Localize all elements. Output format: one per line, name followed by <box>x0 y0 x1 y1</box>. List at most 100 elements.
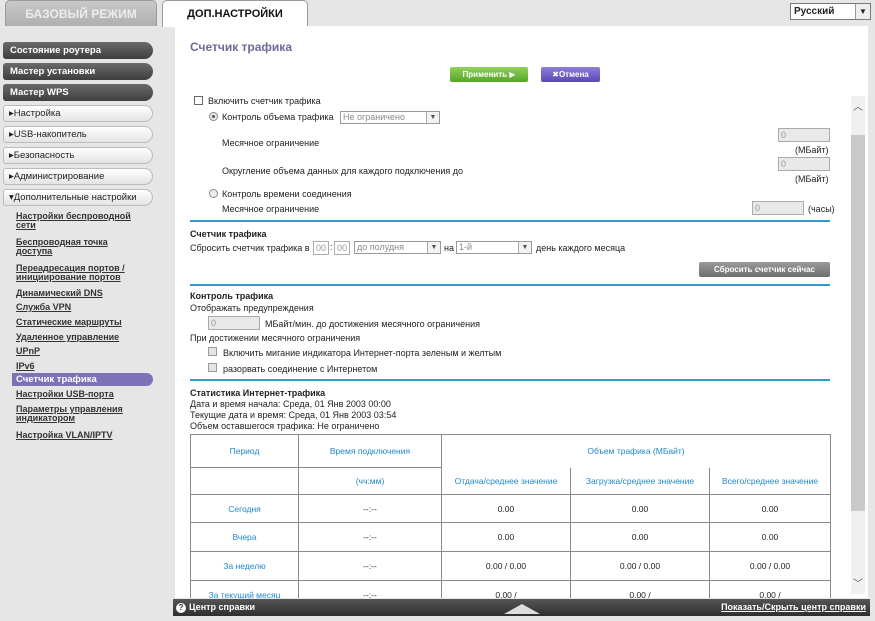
sidebar-link-led-control[interactable]: Параметры управления индикатором <box>16 405 146 423</box>
scroll-down-icon[interactable]: ﹀ <box>851 575 865 590</box>
row-time: --:-- <box>298 551 442 581</box>
cancel-button[interactable]: ✖Отмена <box>541 67 600 82</box>
monthly-time-input[interactable]: 0 <box>752 201 804 215</box>
header-upload: Отдача/среднее значение <box>441 467 571 495</box>
sidebar-link-usb-port[interactable]: Настройки USB-порта <box>16 390 146 399</box>
row-total: 0.00 <box>708 522 832 552</box>
reset-day-select[interactable]: 1-й ▼ <box>456 241 532 254</box>
volume-control-label: Контроль объема трафика <box>222 112 334 122</box>
disconnect-checkbox[interactable] <box>208 363 217 372</box>
help-icon[interactable]: ? <box>176 603 186 613</box>
volume-limit-value: Не ограничено <box>343 112 405 122</box>
chevron-down-icon: ▼ <box>518 242 531 253</box>
table-row: За неделю --:-- 0.00 / 0.00 0.00 / 0.00 … <box>190 551 832 581</box>
ampm-value: до полудня <box>357 242 404 252</box>
reset-day-value: 1-й <box>459 242 473 252</box>
header-connection-time: Время подключения <box>298 434 442 468</box>
header-download: Загрузка/среднее значение <box>570 467 710 495</box>
row-period: Сегодня <box>190 494 299 523</box>
header-period: Период <box>190 434 299 468</box>
sidebar-link-ipv6[interactable]: IPv6 <box>16 362 146 371</box>
sidebar-link-vlan-iptv[interactable]: Настройка VLAN/IPTV <box>16 431 146 440</box>
row-time: --:-- <box>298 580 442 598</box>
reset-now-button[interactable]: Сбросить счетчик сейчас <box>699 262 830 277</box>
sidebar-link-vpn[interactable]: Служба VPN <box>16 303 146 312</box>
tab-basic-mode[interactable]: БАЗОВЫЙ РЕЖИМ <box>5 0 157 26</box>
row-total: 0.00 / 0.00 <box>708 551 832 581</box>
tab-advanced-settings[interactable]: ДОП.НАСТРОЙКИ <box>162 0 308 27</box>
help-center-label[interactable]: Центр справки <box>189 602 255 612</box>
day-of-month-label: день каждого месяца <box>536 243 626 253</box>
control-section-title: Контроль трафика <box>190 291 274 301</box>
sidebar-link-wireless-settings[interactable]: Настройки беспроводной сети <box>16 212 146 230</box>
monthly-time-limit-label: Месячное ограничение <box>222 204 320 214</box>
time-control-label: Контроль времени соединения <box>222 189 352 199</box>
reset-hour-input[interactable]: 00 <box>313 241 329 255</box>
sidebar-item-security[interactable]: ▸Безопасность <box>3 147 153 164</box>
row-time: --:-- <box>298 494 442 523</box>
show-warning-label: Отображать предупреждения <box>190 303 314 313</box>
row-download: 0.00 / <box>570 580 710 598</box>
stats-section-title: Статистика Интернет-трафика <box>190 388 326 398</box>
traffic-stats-table: Период Время подключения Объем трафика (… <box>190 434 832 598</box>
row-time: --:-- <box>298 522 442 552</box>
sidebar-item-administration[interactable]: ▸Администрирование <box>3 168 153 185</box>
time-separator: : <box>330 242 333 252</box>
page-title: Счетчик трафика <box>190 40 292 54</box>
monthly-limit-unit: (МБайт) <box>795 145 829 155</box>
language-select[interactable]: Русский ▼ <box>790 3 871 20</box>
apply-button[interactable]: Применить ▶ <box>450 67 528 82</box>
ampm-select[interactable]: до полудня ▼ <box>354 241 441 254</box>
volume-control-radio[interactable] <box>209 112 218 121</box>
start-date-text: Дата и время начала: Среда, 01 Янв 2003 … <box>190 399 391 409</box>
sidebar-item-advanced-settings[interactable]: ▾Дополнительные настройки <box>3 189 153 206</box>
table-row: Вчера --:-- 0.00 0.00 0.00 <box>190 522 832 552</box>
enable-traffic-meter-checkbox[interactable] <box>194 96 203 105</box>
sidebar-link-upnp[interactable]: UPnP <box>16 347 146 356</box>
row-total: 0.00 / <box>708 580 832 598</box>
rounding-input[interactable]: 0 <box>778 157 830 171</box>
hours-unit: (часы) <box>808 204 835 214</box>
sidebar-link-traffic-meter[interactable]: Счетчик трафика <box>12 373 153 386</box>
sidebar-link-port-forwarding[interactable]: Переадресация портов / инициирование пор… <box>16 264 146 282</box>
sidebar-link-dynamic-dns[interactable]: Динамический DNS <box>16 289 146 298</box>
sidebar-link-wireless-ap[interactable]: Беспроводная точка доступа <box>16 238 146 256</box>
row-upload: 0.00 <box>441 522 571 552</box>
toggle-help-link[interactable]: Показать/Скрыть центр справки <box>721 599 866 616</box>
scroll-up-icon[interactable]: ︿ <box>851 98 865 113</box>
sidebar-link-remote-management[interactable]: Удаленное управление <box>16 333 146 342</box>
blink-led-checkbox[interactable] <box>208 347 217 356</box>
row-total: 0.00 <box>708 494 832 523</box>
time-control-radio[interactable] <box>209 189 218 198</box>
when-reached-label: При достижении месячного ограничения <box>190 333 361 343</box>
row-download: 0.00 <box>570 522 710 552</box>
table-row: За текущий месяц --:-- 0.00 / 0.00 / 0.0… <box>190 580 832 598</box>
enable-traffic-meter-label: Включить счетчик трафика <box>208 96 321 106</box>
sidebar-item-usb-storage[interactable]: ▸USB-накопитель <box>3 126 153 143</box>
chevron-down-icon: ▼ <box>855 4 870 19</box>
reset-at-label: Сбросить счетчик трафика в <box>190 243 310 253</box>
reset-minute-input[interactable]: 00 <box>334 241 350 255</box>
header-volume: Объем трафика (МБайт) <box>440 434 832 468</box>
chevron-down-icon: ▼ <box>427 242 440 253</box>
sidebar-item-wps-wizard[interactable]: Мастер WPS <box>3 84 153 101</box>
sidebar-item-setup-wizard[interactable]: Мастер установки <box>3 63 153 80</box>
divider <box>190 220 830 222</box>
scrollbar-thumb[interactable] <box>851 135 865 511</box>
header-hhmm: (чч:мм) <box>298 467 442 495</box>
triangle-up-icon[interactable] <box>504 604 540 614</box>
monthly-limit-input[interactable]: 0 <box>778 128 830 142</box>
sidebar-link-static-routes[interactable]: Статические маршруты <box>16 318 146 327</box>
main-panel: Счетчик трафика Применить ▶ ✖Отмена Вклю… <box>175 26 868 598</box>
sidebar-item-setup[interactable]: ▸Настройка <box>3 105 153 122</box>
rounding-label: Округление объема данных для каждого под… <box>222 166 464 176</box>
row-upload: 0.00 / <box>441 580 571 598</box>
row-upload: 0.00 / 0.00 <box>441 551 571 581</box>
disconnect-label: разорвать соединение с Интернетом <box>223 364 378 374</box>
warning-input[interactable]: 0 <box>208 316 260 330</box>
row-download: 0.00 / 0.00 <box>570 551 710 581</box>
row-download: 0.00 <box>570 494 710 523</box>
remaining-traffic-text: Объем оставшегося трафика: Не ограничено <box>190 421 380 431</box>
volume-limit-select[interactable]: Не ограничено ▼ <box>340 111 440 124</box>
sidebar-item-router-status[interactable]: Состояние роутера <box>3 42 153 59</box>
